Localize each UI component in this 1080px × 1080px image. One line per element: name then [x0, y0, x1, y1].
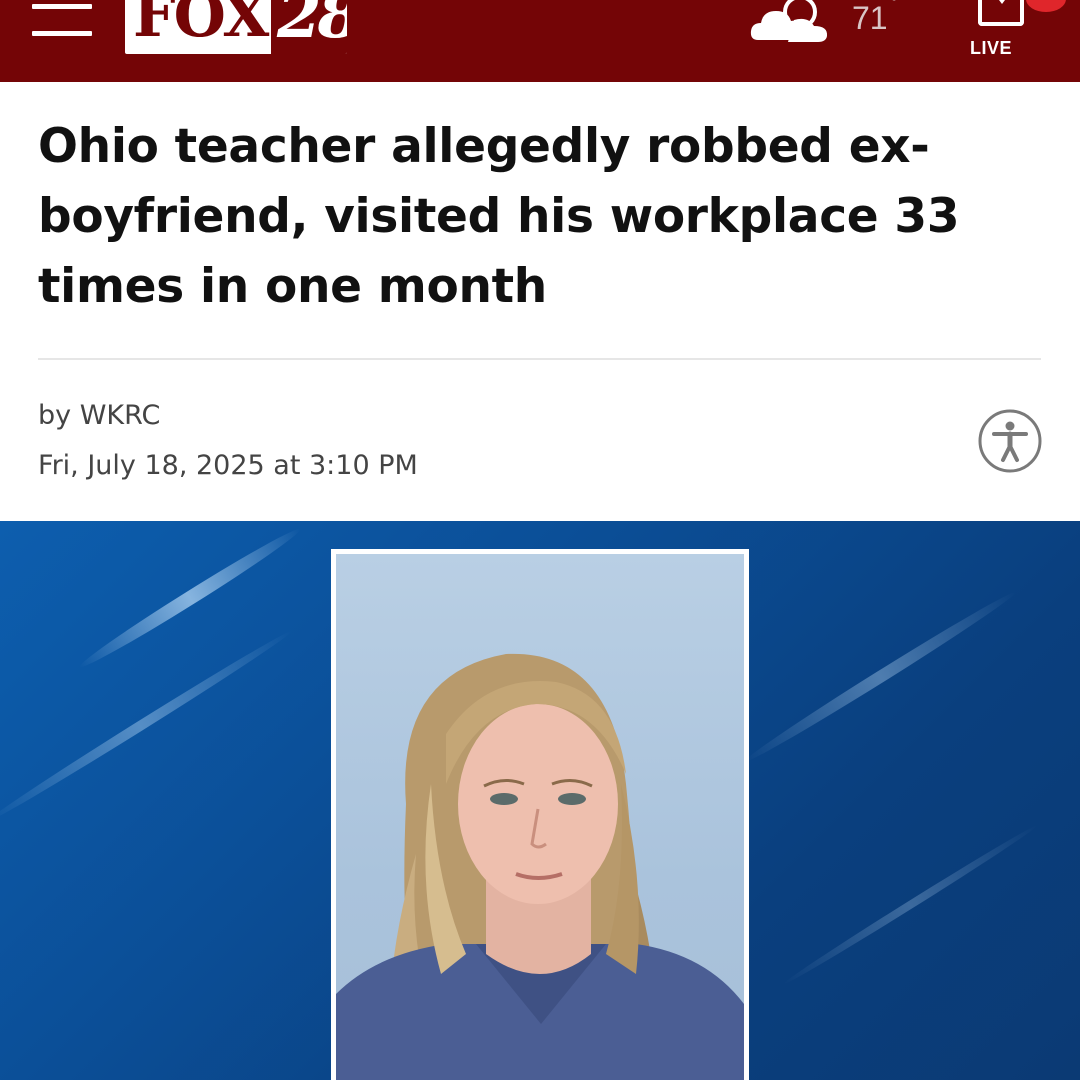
article-hero-image[interactable] — [0, 521, 1080, 1080]
tv-play-icon — [978, 0, 1024, 26]
hamburger-menu-icon[interactable] — [32, 0, 94, 38]
background-light-streak — [741, 587, 1019, 767]
weather-degree-symbol: ° — [890, 0, 898, 14]
background-light-streak — [0, 626, 296, 826]
weather-widget[interactable]: 71 ° — [748, 0, 918, 50]
background-light-streak — [780, 822, 1040, 988]
top-navigation-bar: FOX 28 71 ° LIVE — [0, 0, 1080, 82]
weather-temperature: 71 — [852, 0, 888, 36]
article-byline[interactable]: by WKRC — [38, 396, 160, 436]
divider — [38, 358, 1041, 360]
live-button[interactable]: LIVE — [962, 0, 1026, 64]
background-light-streak — [76, 523, 304, 673]
logo-channel-box: 28 — [271, 0, 347, 54]
station-logo[interactable]: FOX 28 — [125, 0, 347, 54]
partly-cloudy-icon — [750, 0, 828, 42]
logo-channel-text: 28 — [277, 0, 347, 53]
accessibility-button[interactable] — [978, 409, 1042, 473]
article-date: Fri, July 18, 2025 at 3:10 PM — [38, 450, 418, 481]
logo-brand-text: FOX — [133, 0, 269, 51]
mugshot-frame — [331, 549, 749, 1080]
live-label: LIVE — [970, 38, 1013, 58]
mugshot-photo — [336, 554, 744, 1080]
article-headline: Ohio teacher allegedly robbed ex-boyfrie… — [38, 119, 960, 314]
mugshot-portrait — [336, 653, 744, 1080]
notification-dot[interactable] — [1026, 0, 1066, 12]
accessibility-person-icon — [978, 409, 1042, 473]
